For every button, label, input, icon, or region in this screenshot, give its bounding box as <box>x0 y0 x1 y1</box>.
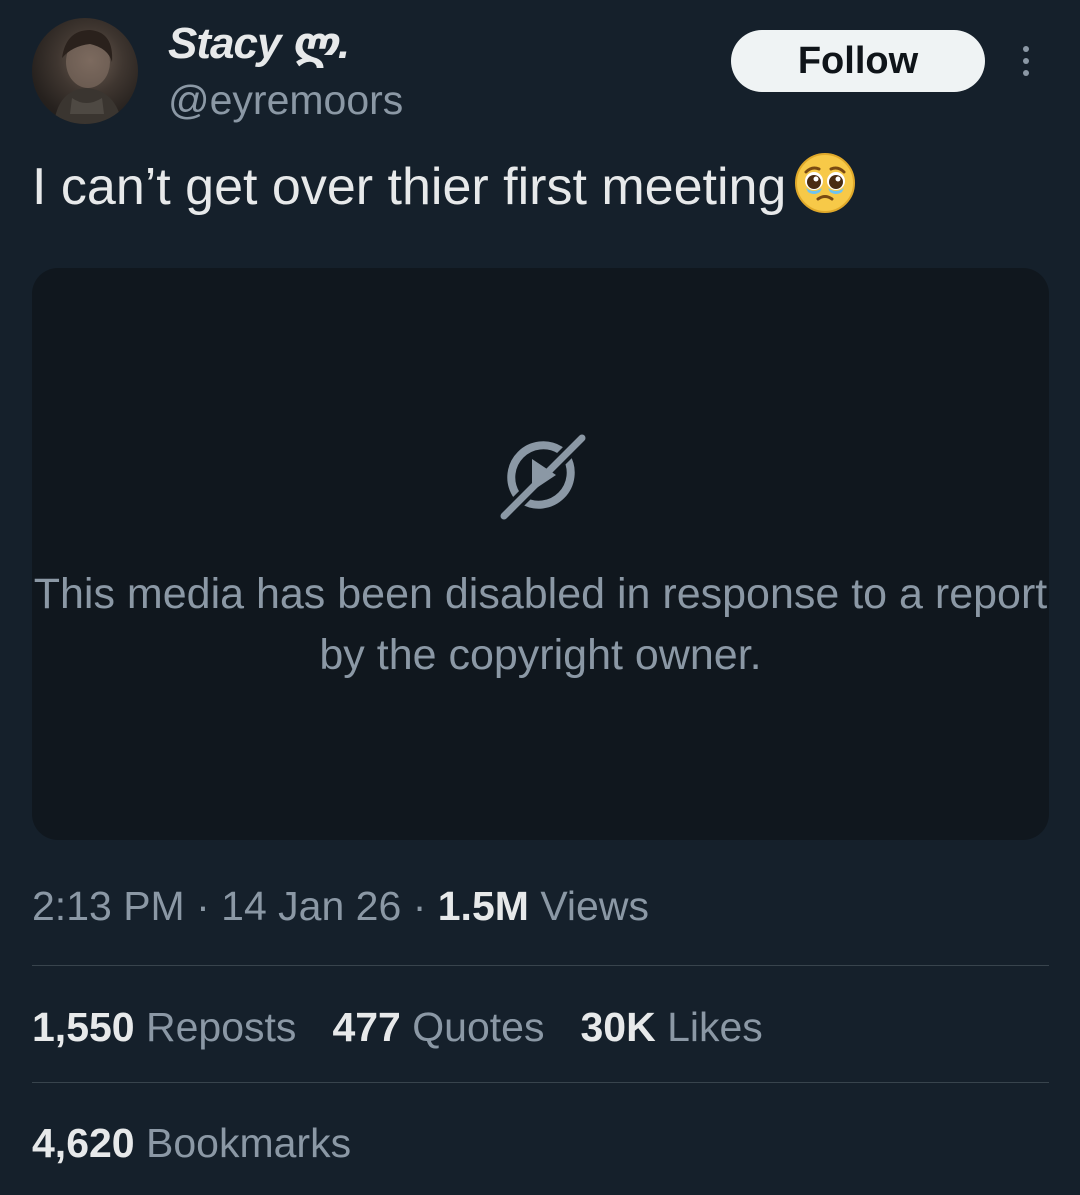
tweet-text: I can’t get over thier first meeting <box>32 152 856 231</box>
tweet-text-content: I can’t get over thier first meeting <box>32 158 787 216</box>
likes-stat[interactable]: 30K Likes <box>580 998 762 1056</box>
likes-count: 30K <box>580 1004 656 1050</box>
media-disabled-icon <box>494 428 588 527</box>
user-handle[interactable]: @eyremoors <box>168 74 403 126</box>
follow-button[interactable]: Follow <box>731 30 985 92</box>
tweet-date[interactable]: 14 Jan 26 <box>221 883 401 929</box>
meta-separator: · <box>412 883 427 929</box>
views-label: Views <box>540 883 649 929</box>
meta-separator: · <box>196 883 210 929</box>
media-placeholder: This media has been disabled in response… <box>32 268 1049 840</box>
divider <box>32 1082 1049 1083</box>
reposts-count: 1,550 <box>32 1004 135 1050</box>
views-count: 1.5M <box>437 883 529 929</box>
more-options-button[interactable] <box>1008 38 1044 84</box>
divider <box>32 965 1049 966</box>
bookmarks-stat[interactable]: 4,620 Bookmarks <box>32 1114 351 1172</box>
tweet-metadata: 2:13 PM · 14 Jan 26 · 1.5M Views <box>32 878 649 934</box>
avatar[interactable] <box>32 18 138 124</box>
bookmarks-label: Bookmarks <box>146 1120 352 1166</box>
reposts-stat[interactable]: 1,550 Reposts <box>32 998 296 1056</box>
reposts-label: Reposts <box>146 1004 297 1050</box>
quotes-stat[interactable]: 477 Quotes <box>332 998 544 1056</box>
more-vertical-icon <box>1023 46 1029 52</box>
quotes-count: 477 <box>332 1004 401 1050</box>
media-disabled-message: This media has been disabled in response… <box>33 570 1048 679</box>
display-name[interactable]: Stacy ლ. <box>168 16 350 72</box>
tweet-time[interactable]: 2:13 PM <box>32 883 185 929</box>
engagement-stats: 1,550 Reposts 477 Quotes 30K Likes <box>32 998 763 1056</box>
bookmarks-count: 4,620 <box>32 1120 135 1166</box>
pleading-face-emoji <box>794 152 856 231</box>
profile-photo <box>54 30 122 124</box>
quotes-label: Quotes <box>412 1004 545 1050</box>
likes-label: Likes <box>667 1004 763 1050</box>
